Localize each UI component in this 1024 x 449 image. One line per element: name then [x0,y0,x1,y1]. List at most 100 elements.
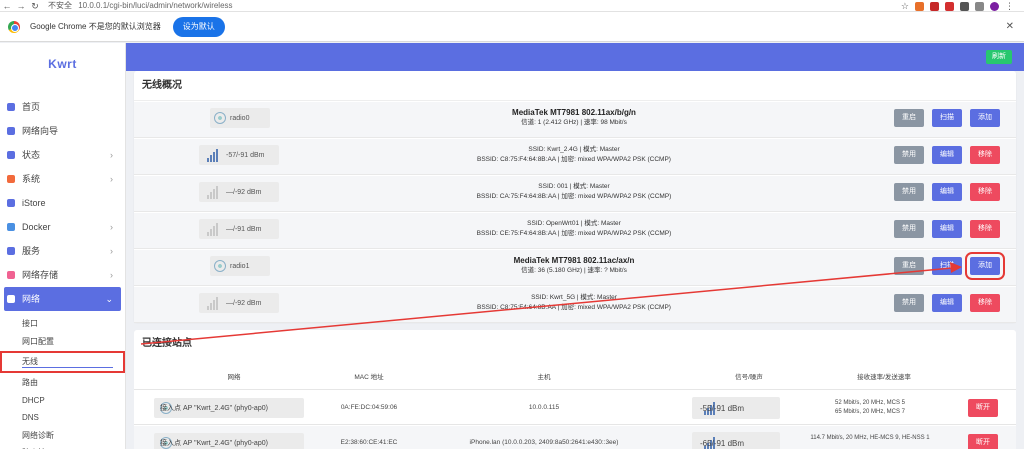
edit-button[interactable]: 编辑 [932,294,962,312]
disable-button[interactable]: 禁用 [894,183,924,201]
wifi-radio-icon [214,112,226,124]
insecure-label: 不安全 [48,0,72,10]
remove-button[interactable]: 移除 [970,294,1000,312]
network-badge: 接入点 AP "Kwrt_2.4G" (phy0-ap0) [154,398,304,418]
bssid-info: BSSID: CE:75:F4:64:8B:AA | 加密: mixed WPA… [476,230,672,237]
signal-bars-icon [207,222,218,236]
address-bar[interactable]: 不安全 10.0.0.1/cgi-bin/luci/admin/network/… [48,0,233,12]
profile-avatar-icon[interactable] [990,1,999,11]
radio-channel-info: 信道: 36 (5.180 GHz) | 速率: ? Mbit/s [521,267,627,274]
disconnect-button[interactable]: 断开 [968,399,998,417]
extension-icon[interactable] [915,1,924,11]
chrome-logo-icon [8,20,20,33]
scan-button[interactable]: 扫描 [932,109,962,127]
signal-value: -65/-91 dBm [700,438,745,448]
wireless-info: MediaTek MT7981 802.11ax/b/g/n 信道: 1 (2.4… [424,108,724,128]
sidebar-item[interactable]: 首页 [0,95,125,119]
wireless-info: SSID: OpenWrt01 | 模式: Master BSSID: CE:75… [424,219,724,239]
row-actions: 禁用 编辑 移除 [894,220,1000,238]
sidebar-item[interactable]: iStore [0,191,125,215]
bssid-info: BSSID: C8:75:F4:64:8B:AA | 加密: mixed WPA… [477,156,671,163]
disable-button[interactable]: 禁用 [894,294,924,312]
reload-icon[interactable]: ↻ [28,0,42,12]
sidebar-item-label: iStore [22,198,46,208]
submenu-item[interactable]: 路由 [0,374,125,392]
add-button[interactable]: 添加 [965,252,1005,280]
bookmark-star-icon[interactable]: ☆ [901,0,909,12]
radio-model: MediaTek MT7981 802.11ax/b/g/n [512,108,636,117]
set-default-button[interactable]: 设为默认 [172,16,225,37]
signal-badge: —/-92 dBm [199,182,279,202]
extension-icon[interactable] [930,1,939,11]
close-icon[interactable]: ✕ [1006,21,1014,32]
network-submenu: 接口网口配置无线路由DHCPDNS网络诊断防火墙 [0,315,125,449]
edit-button[interactable]: 编辑 [932,183,962,201]
sidebar-item-label: 服务 [22,246,41,256]
sidebar-item[interactable]: 状态 › [0,143,125,167]
signal-bars-icon [207,296,218,310]
sidebar-item[interactable]: 网络向导 [0,119,125,143]
wireless-overview-title: 无线概况 [134,71,1016,101]
refresh-button[interactable]: 刷新 [986,50,1012,64]
mac-address: E2:38:60:CE:41:EC [340,439,398,446]
submenu-item[interactable]: 网口配置 [0,333,125,351]
edit-button[interactable]: 编辑 [932,146,962,164]
submenu-item[interactable]: DNS [0,409,125,427]
chevron-right-icon: › [110,222,113,232]
signal-value: —/-92 dBm [226,188,262,196]
sidebar-item[interactable]: 网络 ⌄ [4,287,121,311]
column-header: MAC 地址 [354,374,384,381]
remove-button[interactable]: 移除 [970,220,1000,238]
sidepanel-icon[interactable] [975,1,984,11]
extensions-puzzle-icon[interactable] [960,1,969,11]
ssid-info: SSID: Kwrt_2.4G | 模式: Master [528,146,620,153]
submenu-item[interactable]: 无线 [0,351,125,373]
bssid-info: BSSID: CA:75:F4:64:8B:AA | 加密: mixed WPA… [476,193,672,200]
disable-button[interactable]: 禁用 [894,220,924,238]
sidebar-item[interactable]: 系统 › [0,167,125,191]
remove-button[interactable]: 移除 [970,146,1000,164]
network-name: 接入点 AP "Kwrt_2.4G" (phy0-ap0) [160,405,268,412]
back-icon[interactable]: ← [0,0,14,12]
submenu-item[interactable]: DHCP [0,392,125,410]
radio-device-row: radio0 MediaTek MT7981 802.11ax/b/g/n 信道: … [134,102,1016,138]
signal-badge: —/-92 dBm [199,293,279,313]
radio-name: radio1 [230,262,250,270]
rx-rate: 114.7 Mbit/s, 20 MHz, HE-MCS 9, HE-NSS 1 [810,435,930,441]
sidebar-item[interactable]: Docker › [0,215,125,239]
add-button[interactable]: 添加 [970,109,1000,127]
extension-icon[interactable] [945,1,954,11]
radio-badge: radio0 [210,108,270,128]
signal-bars-icon [207,185,218,199]
mac-address: 0A:FE:DC:04:59:06 [340,404,398,411]
wifi-radio-icon [214,260,226,272]
submenu-item[interactable]: 接口 [0,315,125,333]
signal-value: -57/-91 dBm [226,151,265,159]
forward-icon[interactable]: → [14,0,28,12]
ssid-info: SSID: OpenWrt01 | 模式: Master [527,220,621,227]
connected-stations-card: 已连接站点 网络 MAC 地址 主机 信号/噪声 接收速率/发送速率 接入点 AP "K… [134,330,1016,449]
sidebar-item[interactable]: 网络存储 › [0,263,125,287]
row-actions: 禁用 编辑 移除 [894,146,1000,164]
url-text: 10.0.0.1/cgi-bin/luci/admin/network/wire… [78,0,233,10]
wireless-info: SSID: Kwrt_5G | 模式: Master BSSID: C8:75:F… [424,293,724,313]
submenu-item[interactable]: 防火墙 [0,444,125,449]
sidebar-item[interactable]: 服务 › [0,239,125,263]
edit-button[interactable]: 编辑 [932,220,962,238]
restart-button[interactable]: 重启 [894,109,924,127]
bssid-info: BSSID: C8:75:F4:64:8B:AA | 加密: mixed WPA… [477,304,671,311]
sidebar-item-label: 系统 [22,174,41,184]
infobar-text: Google Chrome 不是您的默认浏览器 [30,22,161,31]
default-browser-infobar: Google Chrome 不是您的默认浏览器 设为默认 ✕ [0,12,1024,42]
signal-badge: -55/-91 dBm [692,397,780,419]
sidebar-item-label: 首页 [22,102,41,112]
signal-badge: -57/-91 dBm [199,145,279,165]
submenu-item[interactable]: 网络诊断 [0,427,125,445]
scan-button[interactable]: 扫描 [932,257,962,275]
column-header: 信号/噪声 [735,374,763,381]
disconnect-button[interactable]: 断开 [968,434,998,449]
restart-button[interactable]: 重启 [894,257,924,275]
menu-dots-icon[interactable]: ⋮ [1005,0,1014,12]
remove-button[interactable]: 移除 [970,183,1000,201]
disable-button[interactable]: 禁用 [894,146,924,164]
